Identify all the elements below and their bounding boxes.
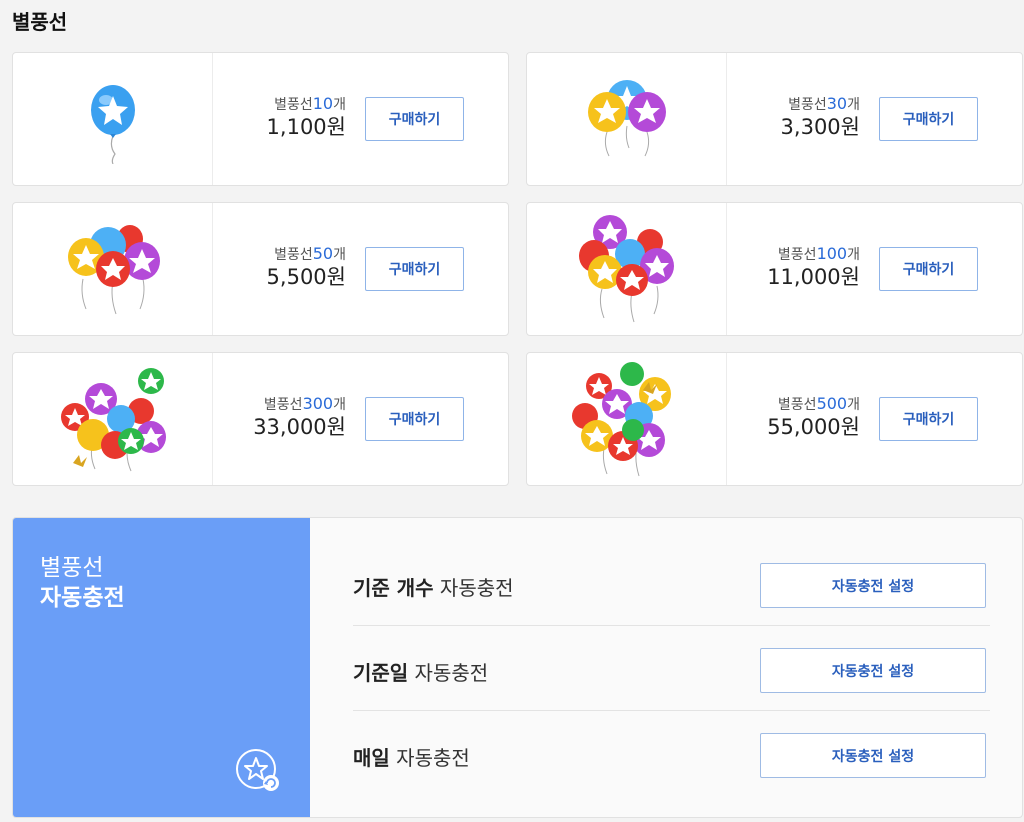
price-label: 55,000원 — [767, 415, 860, 439]
balloon-image-50 — [13, 203, 213, 335]
quantity-label: 별풍선50개 — [274, 244, 346, 264]
auto-charge-title-line2: 자동충전 — [40, 585, 125, 611]
auto-charge-banner: 별풍선 자동충전 — [13, 518, 310, 817]
auto-charge-row-count: 기준 개수 자동충전 자동충전 설정 — [353, 542, 990, 626]
auto-charge-label: 매일 자동충전 — [353, 746, 470, 770]
balloon-image-500 — [527, 353, 727, 485]
auto-charge-setting-button-count[interactable]: 자동충전 설정 — [760, 563, 986, 608]
auto-charge-row-date: 기준일 자동충전 자동충전 설정 — [353, 627, 990, 711]
buy-button-500[interactable]: 구매하기 — [879, 397, 978, 441]
buy-button-50[interactable]: 구매하기 — [365, 247, 464, 291]
buy-button-10[interactable]: 구매하기 — [365, 97, 464, 141]
balloon-image-10 — [13, 53, 213, 185]
balloon-image-300 — [13, 353, 213, 485]
auto-charge-title-line1: 별풍선 — [40, 555, 104, 581]
price-label: 5,500원 — [266, 265, 346, 289]
quantity-label: 별풍선300개 — [263, 394, 346, 414]
auto-charge-label: 기준 개수 자동충전 — [353, 576, 514, 600]
price-label: 3,300원 — [780, 115, 860, 139]
buy-button-100[interactable]: 구매하기 — [879, 247, 978, 291]
quantity-label: 별풍선500개 — [777, 394, 860, 414]
auto-charge-setting-button-daily[interactable]: 자동충전 설정 — [760, 733, 986, 778]
balloon-image-100 — [527, 203, 727, 335]
product-card-30: 별풍선30개 3,300원 구매하기 — [526, 52, 1023, 186]
quantity-label: 별풍선100개 — [777, 244, 860, 264]
page-title: 별풍선 — [12, 10, 68, 34]
price-label: 33,000원 — [253, 415, 346, 439]
auto-charge-label: 기준일 자동충전 — [353, 661, 489, 685]
product-card-300: 별풍선300개 33,000원 구매하기 — [12, 352, 509, 486]
auto-charge-row-daily: 매일 자동충전 자동충전 설정 — [353, 712, 990, 796]
quantity-label: 별풍선30개 — [788, 94, 860, 114]
buy-button-30[interactable]: 구매하기 — [879, 97, 978, 141]
product-card-10: 별풍선10개 1,100원 구매하기 — [12, 52, 509, 186]
star-refresh-icon — [236, 749, 279, 791]
balloon-image-30 — [527, 53, 727, 185]
product-card-100: 별풍선100개 11,000원 구매하기 — [526, 202, 1023, 336]
price-label: 1,100원 — [266, 115, 346, 139]
product-card-500: 별풍선500개 55,000원 구매하기 — [526, 352, 1023, 486]
price-label: 11,000원 — [767, 265, 860, 289]
buy-button-300[interactable]: 구매하기 — [365, 397, 464, 441]
quantity-label: 별풍선10개 — [274, 94, 346, 114]
auto-charge-panel: 별풍선 자동충전 기준 개수 자동충전 자동충전 설정 기준일 자동충전 자동충… — [12, 517, 1023, 818]
auto-charge-setting-button-date[interactable]: 자동충전 설정 — [760, 648, 986, 693]
product-card-50: 별풍선50개 5,500원 구매하기 — [12, 202, 509, 336]
